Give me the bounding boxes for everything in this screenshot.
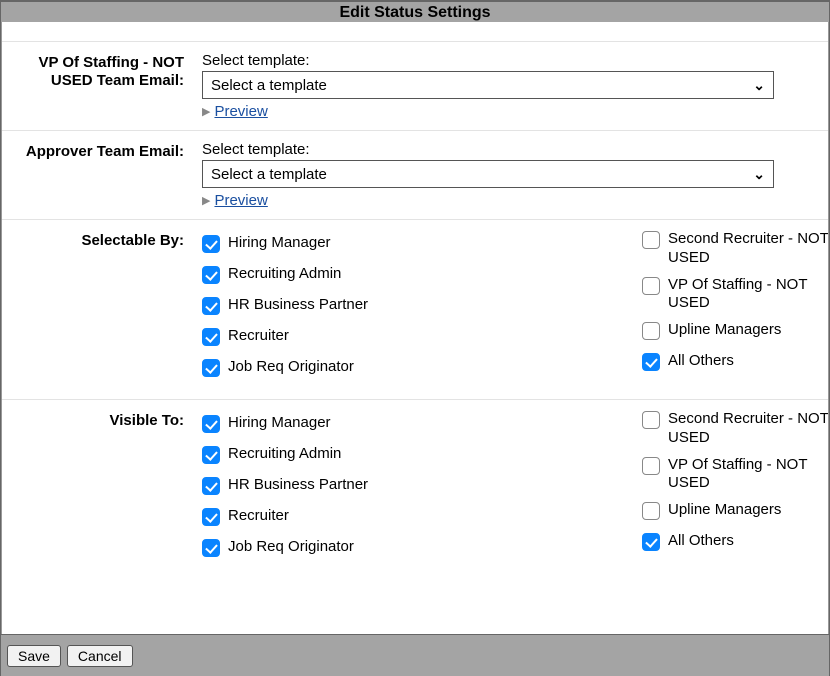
visible-to-row: Visible To: Hiring Manager Recruiting Adm… [2, 400, 828, 579]
checkbox-label: Job Req Originator [228, 358, 354, 377]
selectable-option-job-req-originator: Job Req Originator [202, 358, 612, 377]
checkbox-label: HR Business Partner [228, 476, 368, 495]
triangle-right-icon: ▶ [202, 105, 210, 118]
selectable-option-all-others: All Others [642, 352, 829, 371]
selectable-option-vp-of-staffing-not-used: VP Of Staffing - NOT USED [642, 276, 829, 314]
checkbox-label: Recruiter [228, 507, 289, 526]
selectable-option-recruiting-admin: Recruiting Admin [202, 265, 612, 284]
checkbox-job-req-originator[interactable] [202, 539, 220, 557]
checkbox-label: Recruiting Admin [228, 265, 341, 284]
checkbox-vp-of-staffing-not-used[interactable] [642, 457, 660, 475]
checkbox-label: Hiring Manager [228, 414, 331, 433]
chevron-down-icon: ⌄ [753, 77, 765, 94]
visible-option-hr-business-partner: HR Business Partner [202, 476, 612, 495]
checkbox-label: Upline Managers [668, 501, 781, 520]
visible-left-column: Hiring Manager Recruiting Admin HR Busines… [202, 410, 612, 569]
checkbox-recruiting-admin[interactable] [202, 446, 220, 464]
visible-option-hiring-manager: Hiring Manager [202, 414, 612, 433]
checkbox-upline-managers[interactable] [642, 502, 660, 520]
select-template-label: Select template: [202, 52, 816, 69]
visible-option-vp-of-staffing-not-used: VP Of Staffing - NOT USED [642, 456, 829, 494]
checkbox-label: HR Business Partner [228, 296, 368, 315]
triangle-right-icon: ▶ [202, 194, 210, 207]
modal-body: VP Of Staffing - NOT USED Team Email: Se… [1, 22, 829, 634]
checkbox-second-recruiter-not-used[interactable] [642, 231, 660, 249]
checkbox-all-others[interactable] [642, 533, 660, 551]
selectable-right-column: Second Recruiter - NOT USED VP Of Staffin… [642, 230, 829, 389]
checkbox-label: Second Recruiter - NOT USED [668, 410, 829, 448]
vp-staffing-preview-link[interactable]: Preview [214, 103, 267, 120]
selectable-option-hiring-manager: Hiring Manager [202, 234, 612, 253]
save-button[interactable]: Save [7, 645, 61, 667]
checkbox-label: Recruiting Admin [228, 445, 341, 464]
selectable-by-row: Selectable By: Hiring Manager Recruiting … [2, 220, 828, 400]
modal-footer: Save Cancel [1, 634, 829, 676]
visible-option-recruiting-admin: Recruiting Admin [202, 445, 612, 464]
checkbox-recruiter[interactable] [202, 508, 220, 526]
checkbox-hr-business-partner[interactable] [202, 297, 220, 315]
selectable-option-upline-managers: Upline Managers [642, 321, 829, 340]
checkbox-label: VP Of Staffing - NOT USED [668, 276, 829, 314]
modal-edit-status-settings: Edit Status Settings VP Of Staffing - NO… [0, 0, 830, 676]
approver-email-label: Approver Team Email: [2, 139, 194, 211]
approver-team-email-row: Approver Team Email: Select template: Se… [2, 131, 828, 220]
visible-option-upline-managers: Upline Managers [642, 501, 829, 520]
checkbox-hr-business-partner[interactable] [202, 477, 220, 495]
select-value: Select a template [211, 77, 327, 94]
checkbox-label: Hiring Manager [228, 234, 331, 253]
checkbox-label: All Others [668, 352, 734, 371]
checkbox-all-others[interactable] [642, 353, 660, 371]
checkbox-recruiting-admin[interactable] [202, 266, 220, 284]
checkbox-label: Recruiter [228, 327, 289, 346]
select-template-label: Select template: [202, 141, 816, 158]
selectable-option-hr-business-partner: HR Business Partner [202, 296, 612, 315]
checkbox-recruiter[interactable] [202, 328, 220, 346]
selectable-option-second-recruiter-not-used: Second Recruiter - NOT USED [642, 230, 829, 268]
approver-preview-link[interactable]: Preview [214, 192, 267, 209]
checkbox-job-req-originator[interactable] [202, 359, 220, 377]
vp-staffing-email-label: VP Of Staffing - NOT USED Team Email: [2, 50, 194, 122]
checkbox-hiring-manager[interactable] [202, 415, 220, 433]
checkbox-hiring-manager[interactable] [202, 235, 220, 253]
vp-staffing-team-email-row: VP Of Staffing - NOT USED Team Email: Se… [2, 42, 828, 131]
visible-right-column: Second Recruiter - NOT USED VP Of Staffin… [642, 410, 829, 569]
checkbox-label: Upline Managers [668, 321, 781, 340]
visible-option-recruiter: Recruiter [202, 507, 612, 526]
visible-option-second-recruiter-not-used: Second Recruiter - NOT USED [642, 410, 829, 448]
checkbox-vp-of-staffing-not-used[interactable] [642, 277, 660, 295]
checkbox-label: Second Recruiter - NOT USED [668, 230, 829, 268]
checkbox-label: All Others [668, 532, 734, 551]
approver-template-select[interactable]: Select a template ⌄ [202, 160, 774, 188]
checkbox-upline-managers[interactable] [642, 322, 660, 340]
checkbox-label: VP Of Staffing - NOT USED [668, 456, 829, 494]
checkbox-label: Job Req Originator [228, 538, 354, 557]
selectable-left-column: Hiring Manager Recruiting Admin HR Busines… [202, 230, 612, 389]
cancel-button[interactable]: Cancel [67, 645, 133, 667]
visible-option-all-others: All Others [642, 532, 829, 551]
visible-to-label: Visible To: [2, 408, 194, 571]
visible-option-job-req-originator: Job Req Originator [202, 538, 612, 557]
previous-field-row [2, 22, 828, 42]
checkbox-second-recruiter-not-used[interactable] [642, 411, 660, 429]
vp-staffing-template-select[interactable]: Select a template ⌄ [202, 71, 774, 99]
selectable-option-recruiter: Recruiter [202, 327, 612, 346]
selectable-by-label: Selectable By: [2, 228, 194, 391]
select-value: Select a template [211, 166, 327, 183]
chevron-down-icon: ⌄ [753, 166, 765, 183]
